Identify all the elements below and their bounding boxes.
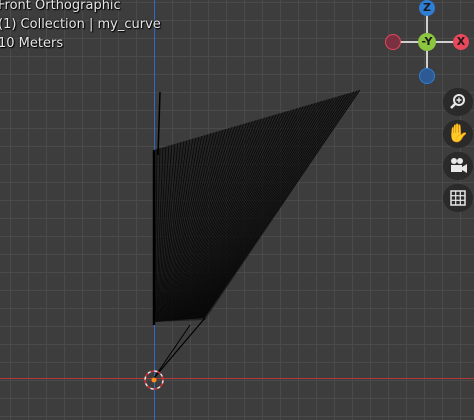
collection-label: (1) Collection | my_curve [0, 17, 161, 32]
3d-cursor-icon [144, 370, 164, 390]
hand-icon: ✋ [446, 123, 470, 144]
navigation-gizmo[interactable]: Z -Y X [380, 0, 474, 84]
gizmo-neg-x-ball[interactable] [385, 34, 401, 50]
origin-dot [151, 377, 157, 383]
gizmo-y-ball[interactable]: -Y [418, 33, 436, 51]
camera-view-button[interactable] [443, 152, 473, 180]
zoom-button[interactable] [443, 88, 473, 116]
curve-tail [153, 317, 206, 379]
view-name-label: Front Orthographic [0, 0, 121, 13]
perspective-toggle-button[interactable] [443, 184, 473, 212]
grid-icon [450, 190, 466, 206]
pan-button[interactable]: ✋ [443, 120, 473, 148]
gizmo-z-ball[interactable]: Z [419, 0, 435, 16]
camera-icon [451, 158, 467, 173]
magnifier-plus-icon [450, 94, 465, 109]
gizmo-neg-z-ball[interactable] [419, 68, 435, 84]
curve-tail-2 [153, 324, 191, 379]
curve-spike [157, 91, 161, 156]
grid-scale-label: 10 Meters [0, 36, 64, 51]
curve-fill [154, 90, 360, 322]
gizmo-x-ball[interactable]: X [453, 34, 469, 50]
